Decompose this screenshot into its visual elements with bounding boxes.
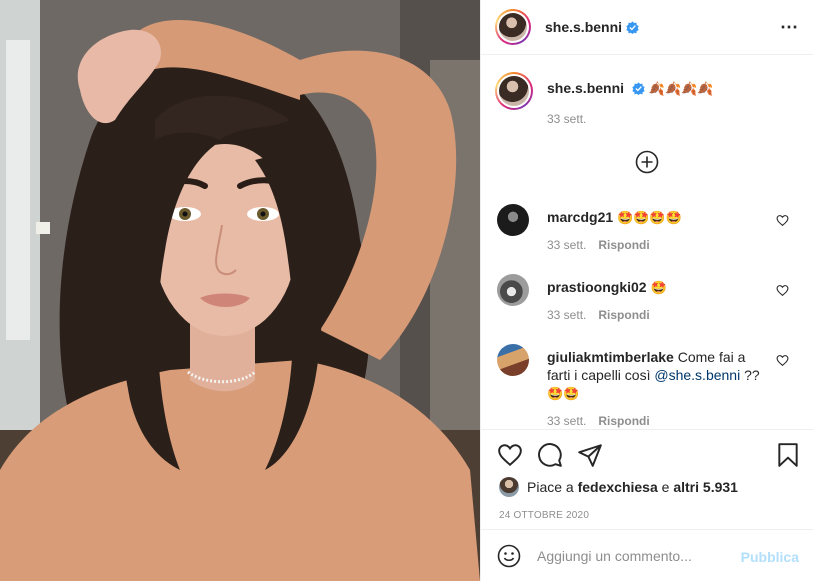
liker-avatar[interactable] [499,477,519,497]
comment-item: marcdg21 🤩🤩🤩🤩 33 sett. Rispondi [495,204,799,256]
reply-button[interactable]: Rispondi [598,414,649,428]
caption-username[interactable]: she.s.benni [547,80,624,96]
caption-time: 33 sett. [547,112,587,126]
likes-summary: Piace a fedexchiesa e altri 5.931 [499,477,738,497]
likes-user[interactable]: fedexchiesa [578,479,658,495]
post-header: she.s.benni ⋯ [481,0,813,55]
comment-time: 33 sett. [547,238,587,252]
comment-username[interactable]: prastioongki02 [547,279,647,295]
comment-bubble-icon[interactable] [537,442,563,468]
more-options-icon[interactable]: ⋯ [780,18,799,36]
likes-middle: e [661,479,670,495]
comment-time: 33 sett. [547,308,587,322]
add-comment-bar: Pubblica [481,529,813,581]
comment-like-heart-icon[interactable] [776,354,789,367]
verified-badge-icon [626,20,639,34]
post-photo[interactable] [0,0,480,581]
verified-badge-icon [632,82,645,95]
comment-time: 33 sett. [547,414,587,428]
comment-text: 🤩🤩🤩🤩 [617,211,682,226]
author-username[interactable]: she.s.benni [545,19,622,35]
reply-button[interactable]: Rispondi [598,308,649,322]
comment-like-heart-icon[interactable] [776,214,789,227]
publish-button[interactable]: Pubblica [741,549,799,565]
save-bookmark-icon[interactable] [775,442,801,468]
share-paper-plane-icon[interactable] [577,442,603,468]
likes-prefix: Piace a [527,479,574,495]
comment-username[interactable]: giuliakmtimberlake [547,349,674,365]
comment-emojis: 🤩🤩 [547,387,580,402]
comment-mention-link[interactable]: @she.s.benni [654,367,740,383]
comment-like-heart-icon[interactable] [776,284,789,297]
caption-author-avatar[interactable] [495,72,533,110]
post-date: 24 OTTOBRE 2020 [499,510,590,521]
comment-username[interactable]: marcdg21 [547,209,613,225]
comment-input[interactable] [537,544,727,568]
reply-button[interactable]: Rispondi [598,238,649,252]
comment-item: prastioongki02 🤩 33 sett. Rispondi [495,274,799,326]
post-actions: Piace a fedexchiesa e altri 5.931 24 OTT… [481,429,813,529]
selfie-illustration [0,0,480,581]
emoji-smiley-icon[interactable] [497,544,521,568]
like-heart-icon[interactable] [497,442,523,468]
comment-item: giuliakmtimberlake Come fai a farti i ca… [495,344,799,428]
comment-text: 🤩 [650,281,667,296]
comment-text-end: ?? [740,367,760,383]
likes-count[interactable]: altri 5.931 [673,479,738,495]
author-avatar[interactable] [495,9,531,45]
instagram-post: she.s.benni ⋯ she.s.benni 🍂🍂🍂🍂 33 sett. [0,0,813,581]
commenter-avatar[interactable] [497,204,529,236]
commenter-avatar[interactable] [497,344,529,376]
commenter-avatar[interactable] [497,274,529,306]
post-side-panel: she.s.benni ⋯ she.s.benni 🍂🍂🍂🍂 33 sett. [480,0,813,581]
caption-text: 🍂🍂🍂🍂 [648,82,714,97]
load-more-comments-icon[interactable] [635,150,659,174]
